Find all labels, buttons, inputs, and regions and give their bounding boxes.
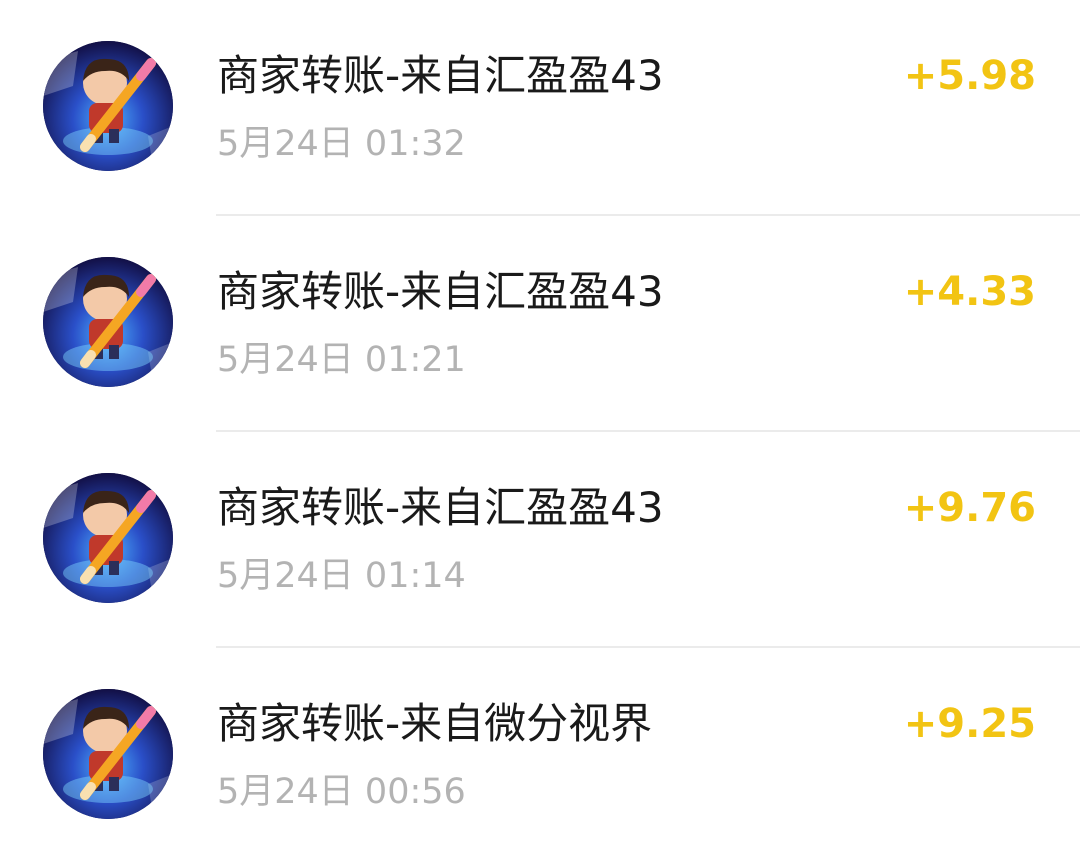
transaction-time: 5月24日 00:56 [217, 772, 466, 812]
transaction-amount: +9.25 [903, 701, 1036, 747]
transaction-title: 商家转账-来自微分视界 [217, 699, 653, 748]
transaction-row[interactable]: 商家转账-来自汇盈盈43 5月24日 01:21 +4.33 [0, 216, 1080, 432]
transaction-title: 商家转账-来自汇盈盈43 [217, 483, 664, 532]
transaction-list: 商家转账-来自汇盈盈43 5月24日 01:32 +5.98 商家转账-来自汇盈… [0, 0, 1080, 856]
avatar [43, 41, 173, 171]
transaction-title: 商家转账-来自汇盈盈43 [217, 267, 664, 316]
transaction-title: 商家转账-来自汇盈盈43 [217, 51, 664, 100]
cartoon-boy-avatar-icon [43, 689, 173, 819]
cartoon-boy-avatar-icon [43, 473, 173, 603]
transaction-amount: +5.98 [903, 53, 1036, 99]
transaction-time: 5月24日 01:14 [217, 556, 466, 596]
transaction-row[interactable]: 商家转账-来自汇盈盈43 5月24日 01:32 +5.98 [0, 0, 1080, 216]
transaction-row[interactable]: 商家转账-来自微分视界 5月24日 00:56 +9.25 [0, 648, 1080, 864]
cartoon-boy-avatar-icon [43, 41, 173, 171]
avatar [43, 689, 173, 819]
transaction-amount: +9.76 [903, 485, 1036, 531]
transaction-time: 5月24日 01:21 [217, 340, 466, 380]
avatar [43, 257, 173, 387]
transaction-time: 5月24日 01:32 [217, 124, 466, 164]
transaction-amount: +4.33 [903, 269, 1036, 315]
avatar [43, 473, 173, 603]
transaction-row[interactable]: 商家转账-来自汇盈盈43 5月24日 01:14 +9.76 [0, 432, 1080, 648]
cartoon-boy-avatar-icon [43, 257, 173, 387]
